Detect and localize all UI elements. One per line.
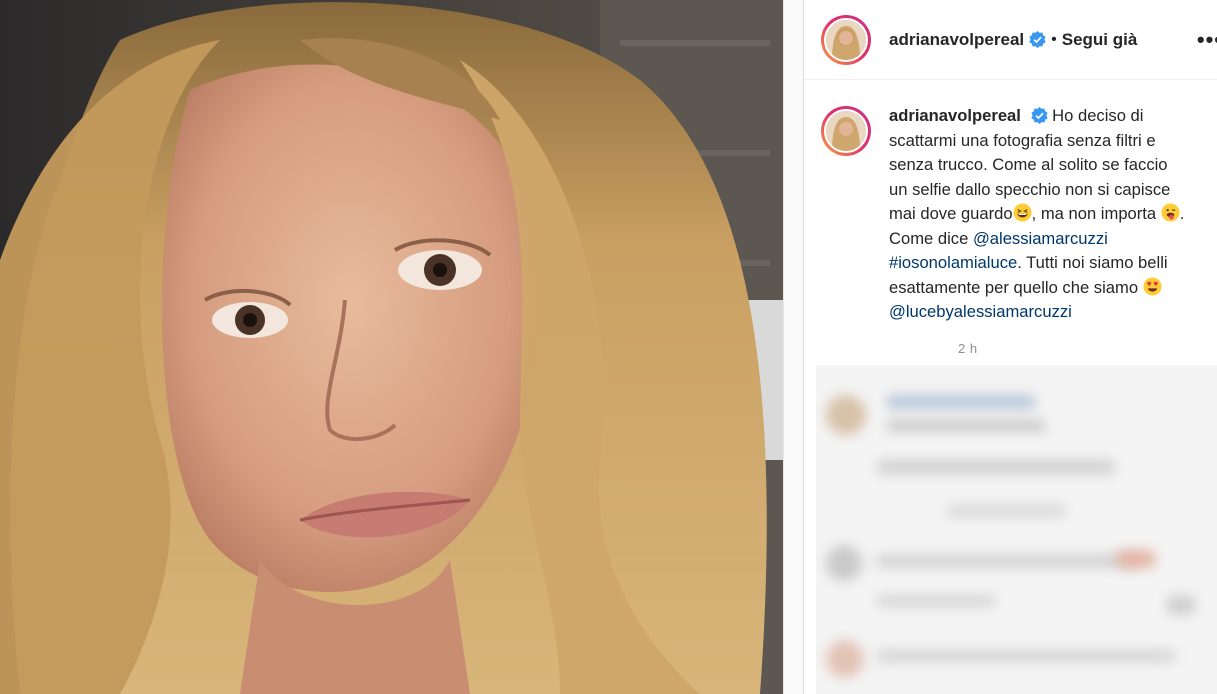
caption-avatar[interactable] [821, 106, 871, 156]
post-photo[interactable] [0, 0, 783, 694]
separator-dot: • [1051, 30, 1057, 48]
follow-button[interactable]: Segui già [1062, 30, 1138, 50]
mention-link-2[interactable]: @lucebyalessiamarcuzzi [889, 302, 1072, 321]
panel-divider [783, 0, 803, 694]
selfie-image [0, 0, 783, 694]
more-horizontal-icon[interactable]: ••• [1197, 27, 1217, 53]
winking-face-with-tongue-icon [1161, 203, 1180, 222]
mention-link[interactable]: @alessiamarcuzzi [973, 229, 1108, 248]
post-timestamp[interactable]: 2 h [958, 341, 1189, 356]
grinning-squinting-face-icon [1013, 203, 1032, 222]
post-header: adrianavolpereal • Segui già ••• [804, 0, 1217, 80]
verified-badge-icon [1030, 107, 1048, 124]
hashtag-link[interactable]: #iosonolamialuce [889, 253, 1017, 272]
blurred-comments [816, 365, 1217, 694]
caption-part-2: , ma non importa [1031, 204, 1161, 223]
post-side-panel: adrianavolpereal • Segui già ••• adriana… [803, 0, 1217, 694]
author-avatar[interactable] [821, 14, 871, 65]
verified-badge-icon [1029, 31, 1046, 48]
post-caption: adrianavolpereal Ho deciso di scattarmi … [804, 80, 1217, 356]
caption-username[interactable]: adrianavolpereal [889, 106, 1021, 125]
author-username[interactable]: adrianavolpereal [889, 30, 1024, 50]
caption-text: adrianavolpereal Ho deciso di scattarmi … [889, 104, 1189, 325]
heart-eyes-face-icon [1143, 276, 1162, 296]
